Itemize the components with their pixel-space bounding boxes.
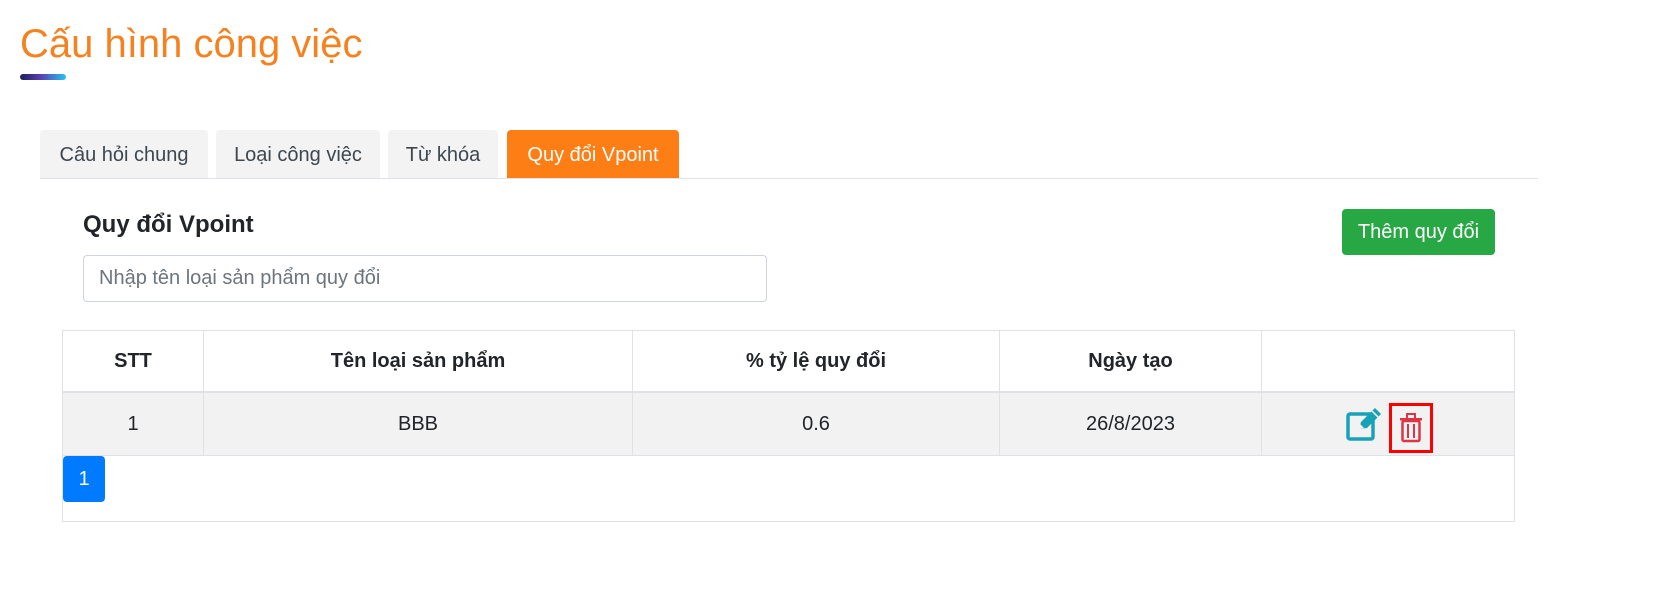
tab-general-questions[interactable]: Câu hỏi chung (40, 130, 208, 178)
add-conversion-button[interactable]: Thêm quy đổi (1342, 209, 1495, 255)
header-product-type: Tên loại sản phẩm (203, 331, 633, 393)
tab-job-types[interactable]: Loại công việc (216, 130, 380, 178)
table-card: STT Tên loại sản phẩm % tỷ lệ quy đổi Ng… (62, 330, 1515, 522)
edit-icon[interactable] (1346, 407, 1382, 441)
section-title: Quy đổi Vpoint (83, 211, 254, 238)
cell-actions (1261, 392, 1514, 456)
header-created-date: Ngày tạo (999, 331, 1262, 393)
trash-icon (1400, 413, 1422, 443)
search-input[interactable] (83, 255, 767, 302)
cell-stt: 1 (63, 392, 204, 456)
header-conversion-rate: % tỷ lệ quy đổi (632, 331, 1000, 393)
header-actions (1261, 331, 1514, 393)
cell-conversion-rate: 0.6 (632, 392, 1000, 456)
tab-vpoint-conversion[interactable]: Quy đổi Vpoint (507, 130, 679, 178)
tab-bar: Câu hỏi chung Loại công việc Từ khóa Quy… (40, 130, 1538, 179)
conversion-table: STT Tên loại sản phẩm % tỷ lệ quy đổi Ng… (63, 331, 1514, 456)
page: Cấu hình công việc Câu hỏi chung Loại cô… (0, 0, 1666, 601)
title-underline (20, 74, 66, 80)
table-header-row: STT Tên loại sản phẩm % tỷ lệ quy đổi Ng… (63, 331, 1514, 393)
cell-product-type: BBB (203, 392, 633, 456)
tab-keywords[interactable]: Từ khóa (388, 130, 498, 178)
delete-button[interactable] (1389, 403, 1433, 453)
header-stt: STT (63, 331, 204, 393)
cell-created-date: 26/8/2023 (999, 392, 1262, 456)
table-row: 1 BBB 0.6 26/8/2023 (63, 392, 1514, 456)
pagination-page-1[interactable]: 1 (63, 456, 105, 502)
row-actions (1262, 393, 1514, 455)
page-title: Cấu hình công việc (20, 22, 363, 66)
